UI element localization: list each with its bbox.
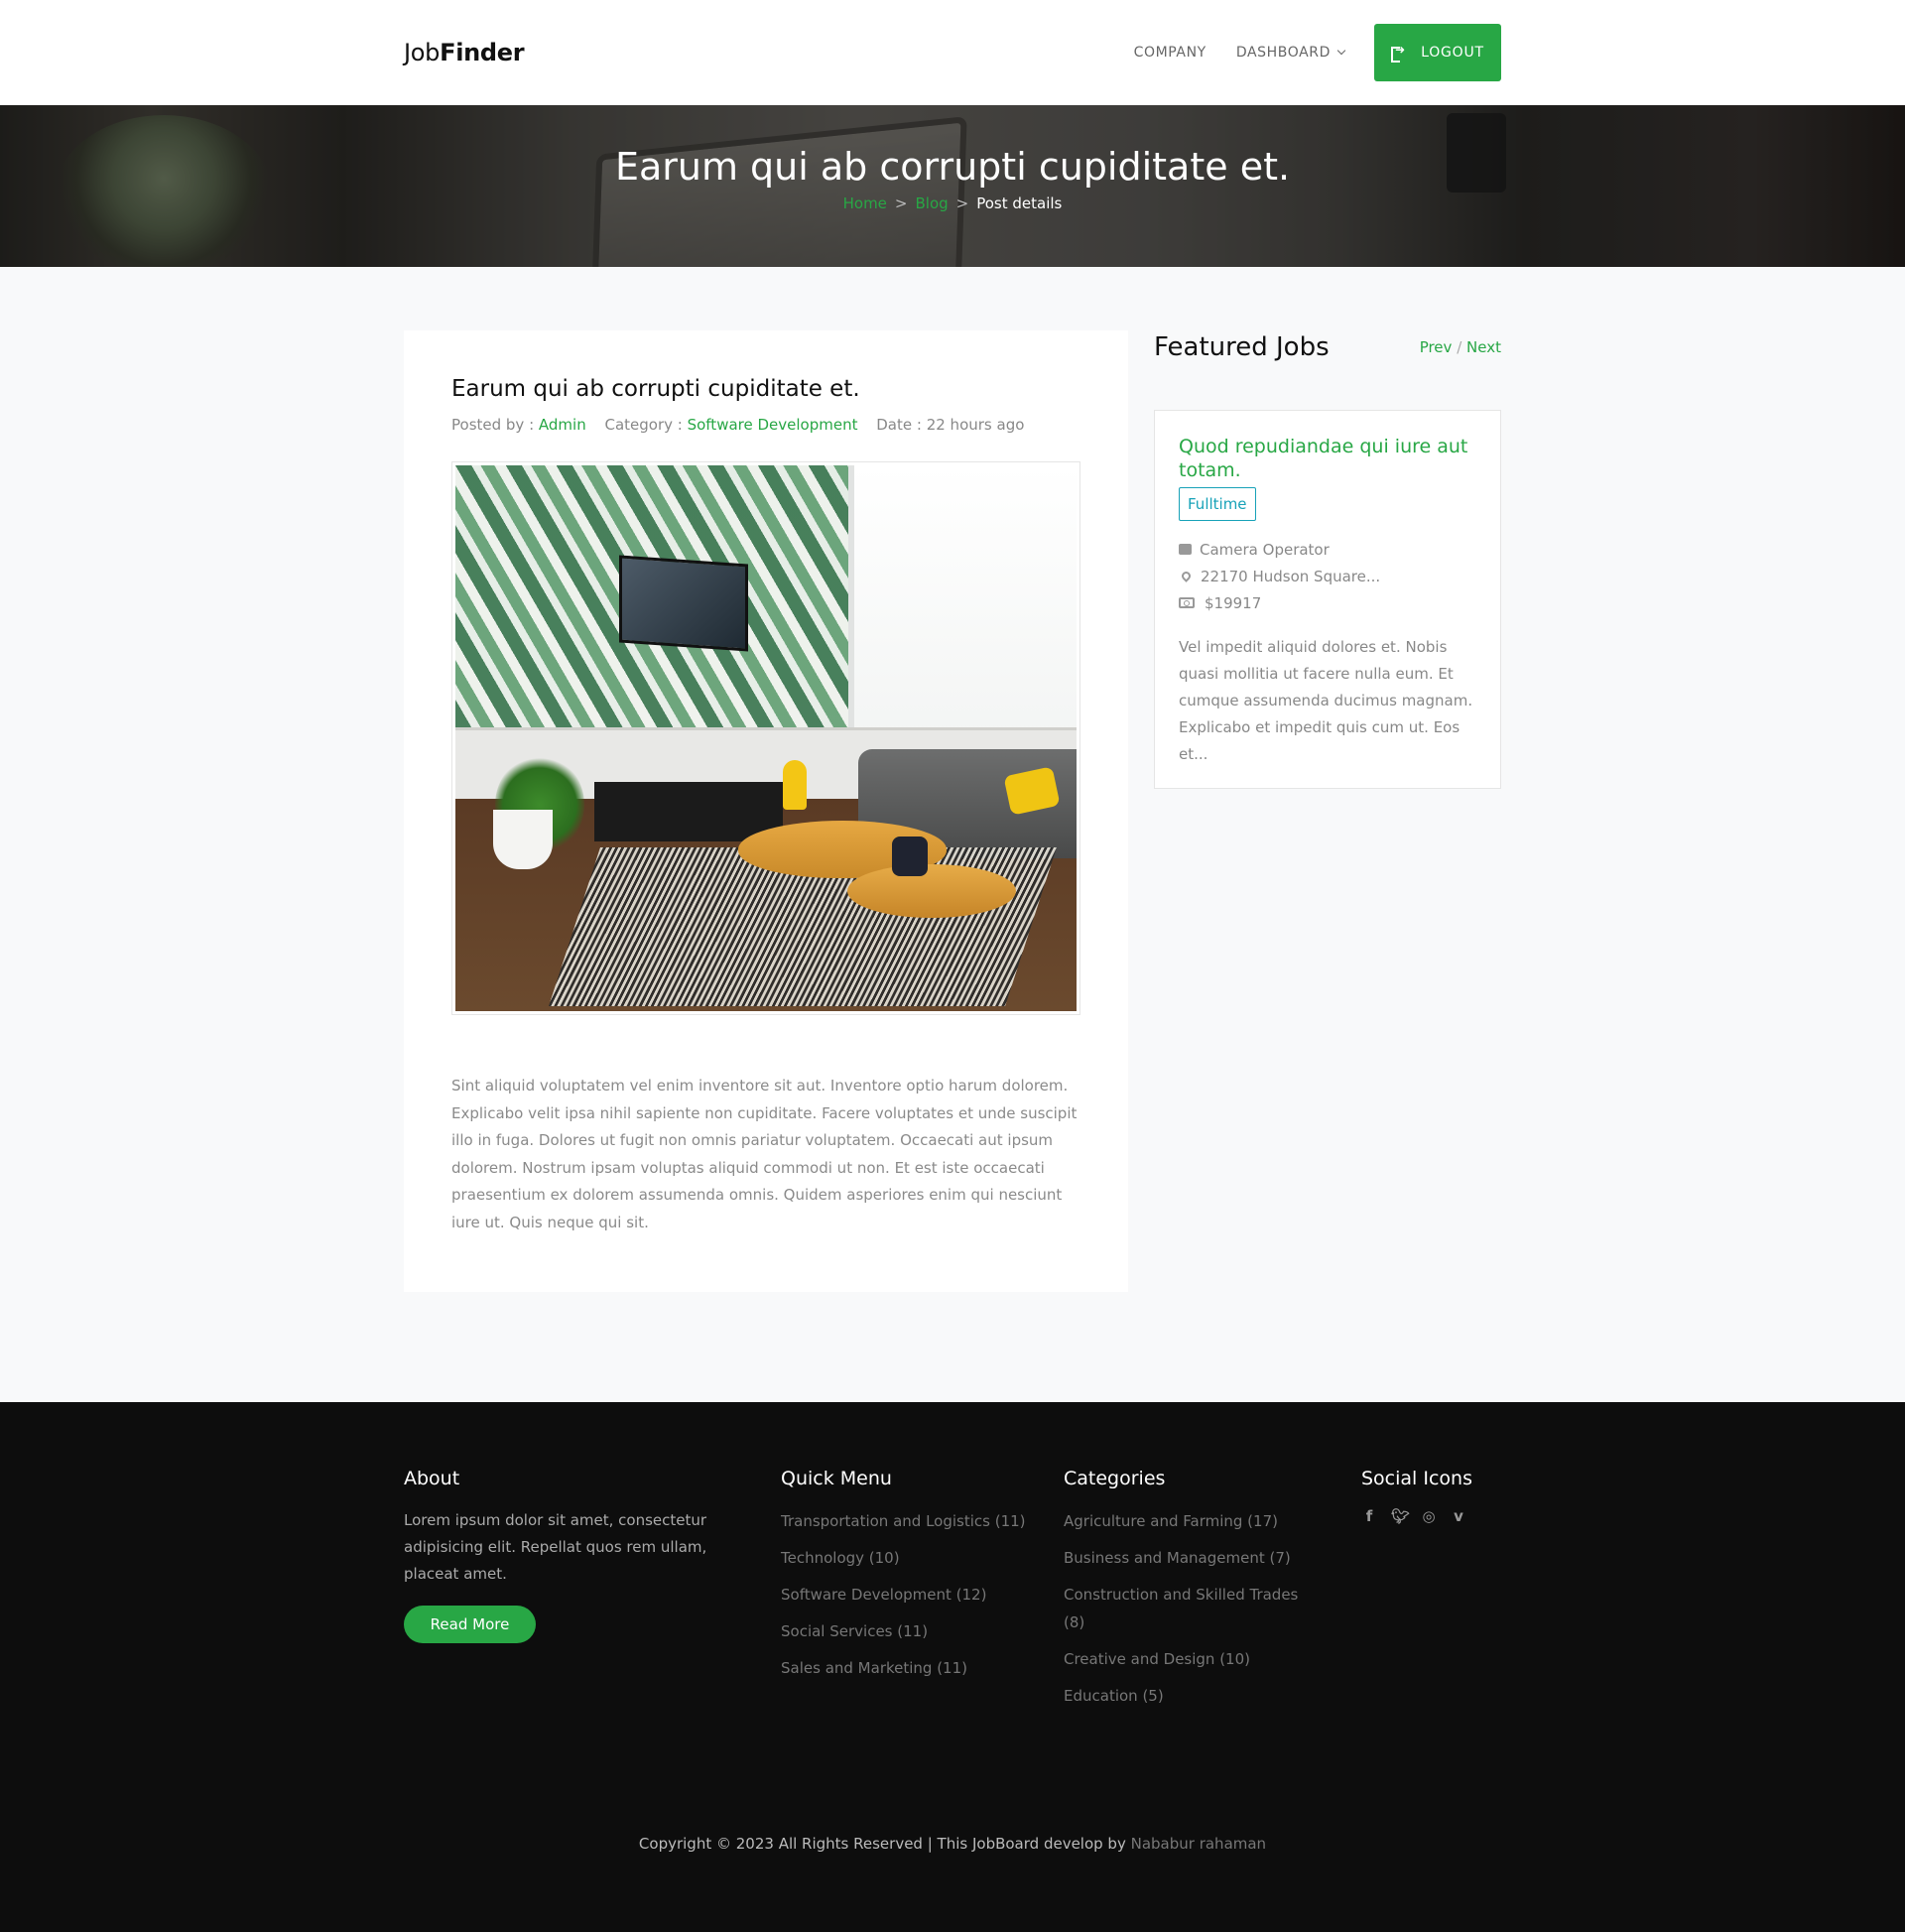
breadcrumb-current: Post details <box>976 194 1063 212</box>
quick-menu-link[interactable]: Software Development (12) <box>781 1581 1039 1609</box>
breadcrumb-blog[interactable]: Blog <box>915 194 948 212</box>
post-card: Earum qui ab corrupti cupiditate et. Pos… <box>404 330 1128 1292</box>
job-position: Camera Operator <box>1200 540 1330 559</box>
vimeo-icon[interactable]: v <box>1451 1507 1466 1525</box>
nav-dashboard[interactable]: DASHBOARD <box>1235 45 1346 61</box>
next-link[interactable]: Next <box>1466 338 1501 356</box>
footer-social-title: Social Icons <box>1361 1468 1472 1489</box>
breadcrumb-home[interactable]: Home <box>843 194 887 212</box>
chevron-down-icon <box>1336 46 1346 56</box>
post-date: 22 hours ago <box>926 416 1025 434</box>
money-icon <box>1179 597 1195 608</box>
copyright-text: Copyright © 2023 All Rights Reserved | T… <box>638 1835 1131 1853</box>
quick-menu-link[interactable]: Technology (10) <box>781 1544 1039 1572</box>
facebook-icon[interactable]: f <box>1361 1507 1377 1525</box>
location-pin-icon <box>1180 570 1193 582</box>
post-body: Sint aliquid voluptatem vel enim invento… <box>451 1077 1078 1231</box>
logo-bold-text: Finder <box>440 39 525 66</box>
instagram-icon[interactable]: ◎ <box>1421 1507 1437 1525</box>
post-author-link[interactable]: Admin <box>539 416 586 434</box>
job-title-link[interactable]: Quod repudiandae qui iure aut totam. <box>1179 435 1476 482</box>
footer-about-text: Lorem ipsum dolor sit amet, consectetur … <box>404 1511 707 1583</box>
posted-by-label: Posted by : <box>451 416 539 434</box>
footer-social: Social Icons f 🐦︎ ◎ v <box>1361 1468 1500 1719</box>
breadcrumb-separator: > <box>955 194 969 212</box>
photo-vase <box>783 760 807 810</box>
site-footer: About Lorem ipsum dolor sit amet, consec… <box>0 1402 1905 1932</box>
copyright: Copyright © 2023 All Rights Reserved | T… <box>0 1835 1905 1853</box>
job-description: Vel impedit aliquid dolores et. Nobis qu… <box>1179 638 1473 763</box>
pager-separator: / <box>1457 338 1462 356</box>
category-label: Category : <box>604 416 688 434</box>
breadcrumb-separator: > <box>894 194 908 212</box>
footer-categories-title: Categories <box>1064 1468 1166 1489</box>
briefcase-icon <box>1179 544 1192 555</box>
logo-light-text: Job <box>404 39 441 66</box>
post-category-link[interactable]: Software Development <box>688 416 858 434</box>
category-link[interactable]: Business and Management (7) <box>1064 1544 1322 1572</box>
footer-about-title: About <box>404 1468 460 1489</box>
sign-out-icon <box>1391 43 1406 63</box>
breadcrumb: Home > Blog > Post details <box>0 194 1905 212</box>
footer-quick-menu-title: Quick Menu <box>781 1468 892 1489</box>
post-meta: Posted by : Admin Category : Software De… <box>451 416 1080 434</box>
job-position-row: Camera Operator <box>1179 536 1476 563</box>
prev-link[interactable]: Prev <box>1420 338 1453 356</box>
job-location-row: 22170 Hudson Square... <box>1179 563 1476 589</box>
post-image <box>451 461 1080 1015</box>
quick-menu-link[interactable]: Social Services (11) <box>781 1617 1039 1645</box>
category-link[interactable]: Agriculture and Farming (17) <box>1064 1507 1322 1535</box>
job-location: 22170 Hudson Square... <box>1201 567 1381 585</box>
logo[interactable]: JobFinder <box>404 39 525 66</box>
sidebar: Featured Jobs Prev / Next Quod repudiand… <box>1154 330 1501 1292</box>
featured-jobs-pager: Prev / Next <box>1420 338 1501 356</box>
job-info: Camera Operator 22170 Hudson Square... $… <box>1179 536 1476 616</box>
footer-categories: Categories Agriculture and Farming (17) … <box>1064 1468 1361 1719</box>
category-link[interactable]: Education (5) <box>1064 1682 1322 1710</box>
main-nav: COMPANY DASHBOARD LOGOUT <box>1134 24 1501 81</box>
photo-table-small <box>847 863 1016 918</box>
quick-menu-link[interactable]: Transportation and Logistics (11) <box>781 1507 1039 1535</box>
page-hero: Earum qui ab corrupti cupiditate et. Hom… <box>0 105 1905 267</box>
job-type-badge: Fulltime <box>1179 487 1256 521</box>
page-title: Earum qui ab corrupti cupiditate et. <box>614 145 1291 189</box>
footer-about: About Lorem ipsum dolor sit amet, consec… <box>404 1468 781 1719</box>
photo-tv <box>619 555 748 652</box>
date-label: Date : <box>876 416 927 434</box>
copyright-author-link[interactable]: Nababur rahaman <box>1131 1835 1266 1853</box>
featured-job-card: Quod repudiandae qui iure aut totam. Ful… <box>1154 410 1501 789</box>
category-link[interactable]: Creative and Design (10) <box>1064 1645 1322 1673</box>
social-icons: f 🐦︎ ◎ v <box>1361 1507 1500 1525</box>
twitter-icon[interactable]: 🐦︎ <box>1391 1507 1410 1525</box>
featured-jobs-title: Featured Jobs <box>1154 332 1330 362</box>
post-title: Earum qui ab corrupti cupiditate et. <box>451 376 860 402</box>
main-content: Earum qui ab corrupti cupiditate et. Pos… <box>0 267 1905 1402</box>
read-more-button[interactable]: Read More <box>404 1606 536 1643</box>
logout-label: LOGOUT <box>1421 45 1484 61</box>
job-salary-row: $19917 <box>1179 589 1476 616</box>
job-salary: $19917 <box>1205 593 1262 612</box>
sidebar-header: Featured Jobs Prev / Next <box>1154 330 1501 364</box>
photo-pot <box>493 809 553 869</box>
nav-company[interactable]: COMPANY <box>1134 45 1206 61</box>
photo-jar <box>892 837 928 876</box>
site-header: JobFinder COMPANY DASHBOARD LOGOUT <box>0 0 1905 105</box>
category-link[interactable]: Construction and Skilled Trades (8) <box>1064 1581 1322 1636</box>
hero-content: Earum qui ab corrupti cupiditate et. Hom… <box>0 105 1905 267</box>
quick-menu-link[interactable]: Sales and Marketing (11) <box>781 1654 1039 1682</box>
nav-dashboard-label: DASHBOARD <box>1235 45 1331 61</box>
logout-button[interactable]: LOGOUT <box>1374 24 1501 81</box>
footer-quick-menu: Quick Menu Transportation and Logistics … <box>781 1468 1064 1719</box>
living-room-photo <box>455 465 1077 1011</box>
